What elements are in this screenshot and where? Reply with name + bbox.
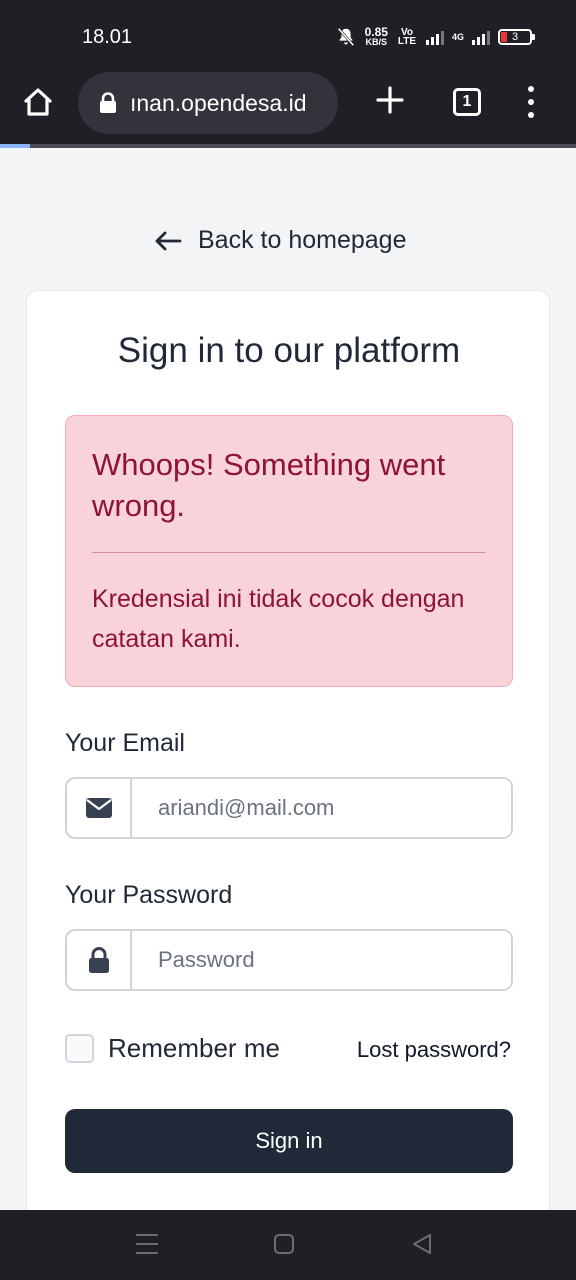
- sign-in-button-label: Sign in: [255, 1128, 323, 1153]
- url-text: ınan.opendesa.id: [130, 89, 307, 116]
- tab-switcher-button[interactable]: 1: [453, 88, 481, 116]
- back-to-homepage-link[interactable]: Back to homepage: [154, 226, 406, 255]
- network-type: 4G: [452, 32, 464, 42]
- remember-me-checkbox[interactable]: [65, 1034, 94, 1063]
- recent-apps-icon[interactable]: [136, 1234, 158, 1254]
- battery-icon: 3: [498, 29, 535, 45]
- signal-4g-icon: [472, 29, 490, 45]
- password-addon: [67, 931, 132, 989]
- status-icons: 0.85 KB/S Vo LTE 4G 3: [335, 22, 535, 52]
- envelope-icon: [85, 798, 112, 818]
- address-bar[interactable]: ınan.opendesa.id: [78, 72, 338, 134]
- password-label: Your Password: [65, 881, 233, 909]
- remember-me-label[interactable]: Remember me: [108, 1033, 280, 1064]
- remember-me: Remember me: [65, 1033, 280, 1064]
- email-addon: [67, 779, 132, 837]
- network-type-label: 4G: [451, 32, 464, 42]
- lost-password-link[interactable]: Lost password?: [357, 1037, 511, 1063]
- arrow-left-icon: [155, 231, 182, 250]
- lock-icon: [88, 947, 109, 973]
- tab-count: 1: [462, 93, 472, 110]
- status-time: 18.01: [82, 26, 133, 48]
- new-tab-icon[interactable]: [374, 84, 406, 116]
- page-title: Sign in to our platform: [117, 331, 461, 370]
- more-menu-icon[interactable]: [522, 86, 540, 118]
- battery-level: 3: [511, 31, 519, 43]
- signal-icon: [425, 29, 444, 45]
- home-icon[interactable]: [20, 84, 56, 120]
- back-link-label: Back to homepage: [198, 226, 407, 254]
- status-bar: 18.01 0.85 KB/S Vo LTE 4G 3: [0, 0, 576, 70]
- home-square-icon[interactable]: [274, 1234, 294, 1254]
- email-label: Your Email: [65, 729, 185, 757]
- password-field[interactable]: [132, 931, 511, 989]
- signin-card: Sign in to our platform Whoops! Somethin…: [26, 290, 550, 1280]
- alert-heading: Whoops! Something went wrong.: [92, 447, 446, 523]
- password-input-group: [65, 929, 513, 991]
- alert-divider: [92, 552, 486, 553]
- sign-in-button[interactable]: Sign in: [65, 1109, 513, 1173]
- browser-toolbar: ınan.opendesa.id 1: [0, 70, 576, 144]
- lock-icon: [100, 92, 116, 113]
- bell-muted-icon: [337, 27, 354, 47]
- page-load-progress: [0, 144, 576, 148]
- net-speed-value: 0.85: [364, 25, 388, 39]
- error-alert: Whoops! Something went wrong. Kredensial…: [65, 415, 513, 687]
- net-speed: 0.85 KB/S: [364, 25, 388, 47]
- alert-message: Kredensial ini tidak cocok dengan catata…: [92, 585, 465, 653]
- email-input-group: [65, 777, 513, 839]
- system-nav-bar: [0, 1210, 576, 1280]
- net-speed-unit: KB/S: [365, 37, 388, 47]
- back-triangle-icon[interactable]: [410, 1232, 434, 1256]
- volte-icon: Vo LTE: [397, 27, 417, 47]
- email-field[interactable]: [132, 779, 511, 837]
